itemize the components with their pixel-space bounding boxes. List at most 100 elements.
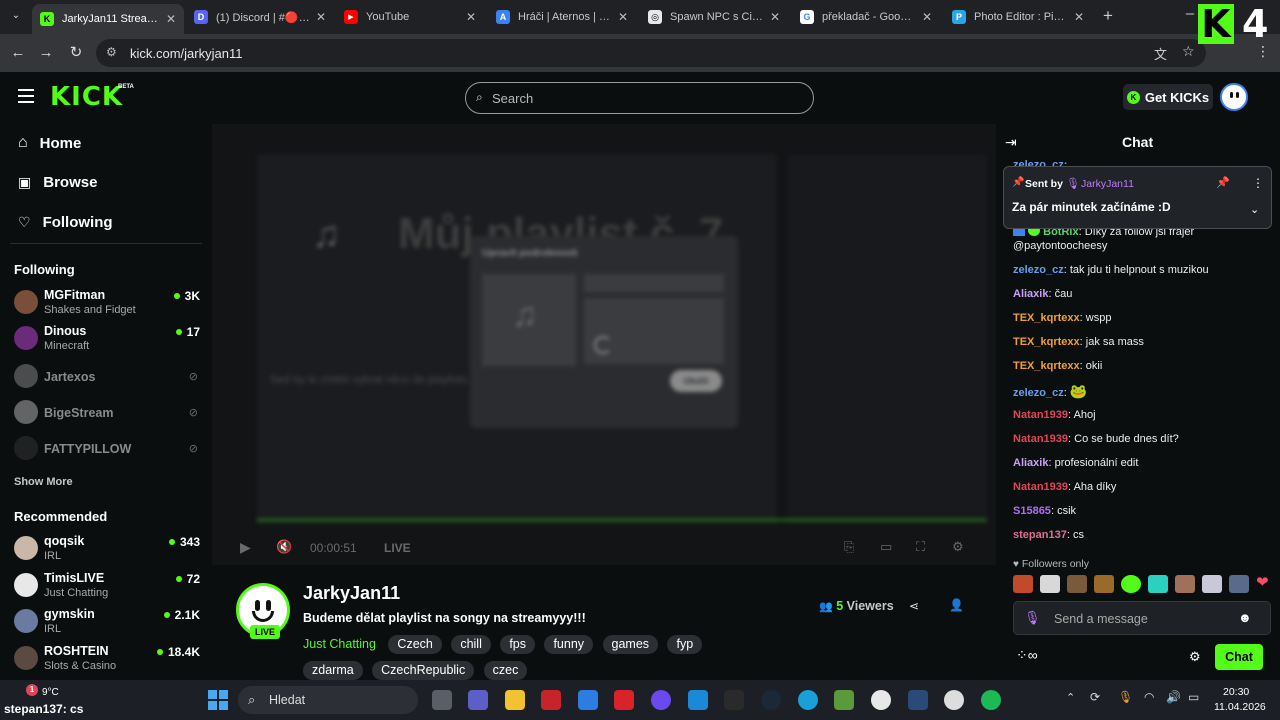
chat-username[interactable]: TEX_kqrtexx [1013,312,1080,324]
close-tab-icon[interactable]: ✕ [922,10,932,24]
get-kicks-button[interactable]: K Get KICKs [1123,84,1213,110]
file-explorer-icon[interactable] [505,690,525,710]
channel-timislive[interactable]: TimisLIVE Just Chatting 72 [14,571,200,603]
chat-username[interactable]: Natan1939 [1013,433,1068,445]
wifi-icon[interactable]: ◠ [1144,690,1154,704]
kick-logo[interactable]: KICK [50,82,123,112]
emote-icon[interactable] [1121,575,1141,593]
fullscreen-icon[interactable]: ⛶ [916,539,925,555]
expand-pinned-icon[interactable]: ⌄ [1250,203,1259,216]
tray-sync-icon[interactable]: ⟳ [1090,690,1100,704]
chat-username[interactable]: S15865 [1013,505,1051,517]
tag-chip[interactable]: fps [500,635,535,654]
epic-games-icon[interactable] [724,690,744,710]
channel-bigestream[interactable]: BigeStream ⊘ [14,398,200,430]
battery-icon[interactable]: ▭ [1188,690,1199,704]
heart-emote-icon[interactable]: ❤ [1256,573,1269,591]
tag-chip[interactable]: CzechRepublic [372,661,475,680]
spotify-icon[interactable] [981,690,1001,710]
chat-username[interactable]: stepan137 [1013,529,1067,541]
channel-mgfitman[interactable]: MGFitman Shakes and Fidget 3K [14,288,200,320]
emote-icon[interactable] [1094,575,1114,593]
emote-icon[interactable] [1202,575,1222,593]
tag-chip[interactable]: czec [483,661,528,680]
nav-following[interactable]: ♡ Following [18,214,113,231]
emoji-picker-icon[interactable]: ☻ [1238,610,1252,625]
volume-icon[interactable]: 🔊 [1166,690,1181,704]
theater-mode-icon[interactable]: ▭ [880,539,892,555]
tag-chip[interactable]: fyp [667,635,703,654]
tab-pixlr[interactable]: P Photo Editor : Pixlr X ✕ [944,4,1092,30]
tab-chatgpt[interactable]: ◎ Spawn NPC s Citizens ✕ [640,4,788,30]
channel-gymskin[interactable]: gymskin IRL 2.1K [14,607,200,639]
emote-icon[interactable] [1229,575,1249,593]
emote-icon[interactable] [1067,575,1087,593]
tab-discord[interactable]: D (1) Discord | #🔴 stre ✕ [186,4,334,30]
chat-settings-icon[interactable]: ⚙ [1189,649,1201,665]
windows-start-icon[interactable] [208,690,228,710]
unpin-icon[interactable]: 📌 [1216,176,1230,189]
reload-icon[interactable]: ↻ [66,43,86,63]
nav-browse[interactable]: ▣ Browse [18,174,97,191]
taskbar-date[interactable]: 11.04.2026 [1214,701,1266,713]
chat-message-input[interactable]: 🎙 Send a message ☻ [1013,601,1271,635]
follow-user-icon[interactable]: 👤 [949,598,964,612]
pinned-options-icon[interactable]: ⋮ [1252,176,1264,190]
channel-jartexos[interactable]: Jartexos ⊘ [14,362,200,394]
site-info-icon[interactable]: ⚙ [106,45,117,59]
tab-aternos[interactable]: A Hráči | Aternos | Minec ✕ [488,4,636,30]
emote-icon[interactable] [1148,575,1168,593]
steam-alt-icon[interactable] [908,690,928,710]
tag-chip[interactable]: funny [544,635,594,654]
chat-username[interactable]: zelezo_cz [1013,387,1064,399]
tray-overflow-icon[interactable]: ⌃ [1066,691,1075,704]
channel-roshtein[interactable]: ROSHTEIN Slots & Casino 18.4K [14,644,200,676]
close-tab-icon[interactable]: ✕ [770,10,780,24]
forward-icon[interactable]: → [36,43,56,63]
tag-chip[interactable]: games [602,635,659,654]
close-tab-icon[interactable]: ✕ [1074,10,1084,24]
show-more-link[interactable]: Show More [14,476,73,488]
share-icon[interactable]: ⋖ [909,599,919,613]
kicks-gift-icon[interactable]: ⁘∞ [1016,647,1038,664]
bookmark-star-icon[interactable]: ☆ [1182,43,1195,60]
close-tab-icon[interactable]: ✕ [166,12,176,26]
tab-youtube[interactable]: ▶ YouTube ✕ [336,4,484,30]
tag-chip[interactable]: zdarma [303,661,363,680]
hamburger-menu-icon[interactable] [18,89,34,103]
settings-icon[interactable]: ⚙ [952,539,964,555]
channel-name[interactable]: JarkyJan11 [303,583,400,604]
pinned-message[interactable]: 📌 Sent by 🎙 JarkyJan11 📌 ⋮ Za pár minute… [1003,166,1272,229]
clip-icon[interactable]: ⎘ [844,539,854,555]
collapse-chat-icon[interactable]: ⇥ [1005,134,1017,151]
close-tab-icon[interactable]: ✕ [618,10,628,24]
chat-username[interactable]: TEX_kqrtexx [1013,336,1080,348]
video-player[interactable]: ♫ Můj playlist č. 7 Seď by to chtělo vyb… [212,124,996,565]
ms-store-icon[interactable] [578,690,598,710]
tab-google[interactable]: G překladač - Google S ✕ [792,4,940,30]
app-arc-icon[interactable] [651,690,671,710]
task-view-icon[interactable] [432,690,452,710]
edge-icon[interactable] [798,690,818,710]
send-chat-button[interactable]: Chat [1215,644,1263,670]
tag-chip[interactable]: Czech [388,635,442,654]
new-tab-button[interactable]: + [1098,6,1118,26]
back-icon[interactable]: ← [8,43,28,63]
netflix-icon[interactable] [541,690,561,710]
emote-icon[interactable] [1175,575,1195,593]
teams-icon[interactable] [468,690,488,710]
tray-mic-icon[interactable]: 🎙 [1118,690,1133,704]
steam-icon[interactable] [761,690,781,710]
close-tab-icon[interactable]: ✕ [316,10,326,24]
minecraft-icon[interactable] [834,690,854,710]
nav-home[interactable]: ⌂ Home [18,134,81,152]
chrome-icon[interactable] [871,690,891,710]
search-input[interactable]: ⌕ Search [465,82,814,114]
chat-username[interactable]: Natan1939 [1013,481,1068,493]
chat-username[interactable]: Aliaxik [1013,288,1048,300]
emote-icon[interactable] [1040,575,1060,593]
chat-username[interactable]: zelezo_cz [1013,264,1064,276]
app-blue-icon[interactable] [688,690,708,710]
chat-username[interactable]: TEX_kqrtexx [1013,360,1080,372]
minimize-button[interactable]: – [1180,4,1200,24]
